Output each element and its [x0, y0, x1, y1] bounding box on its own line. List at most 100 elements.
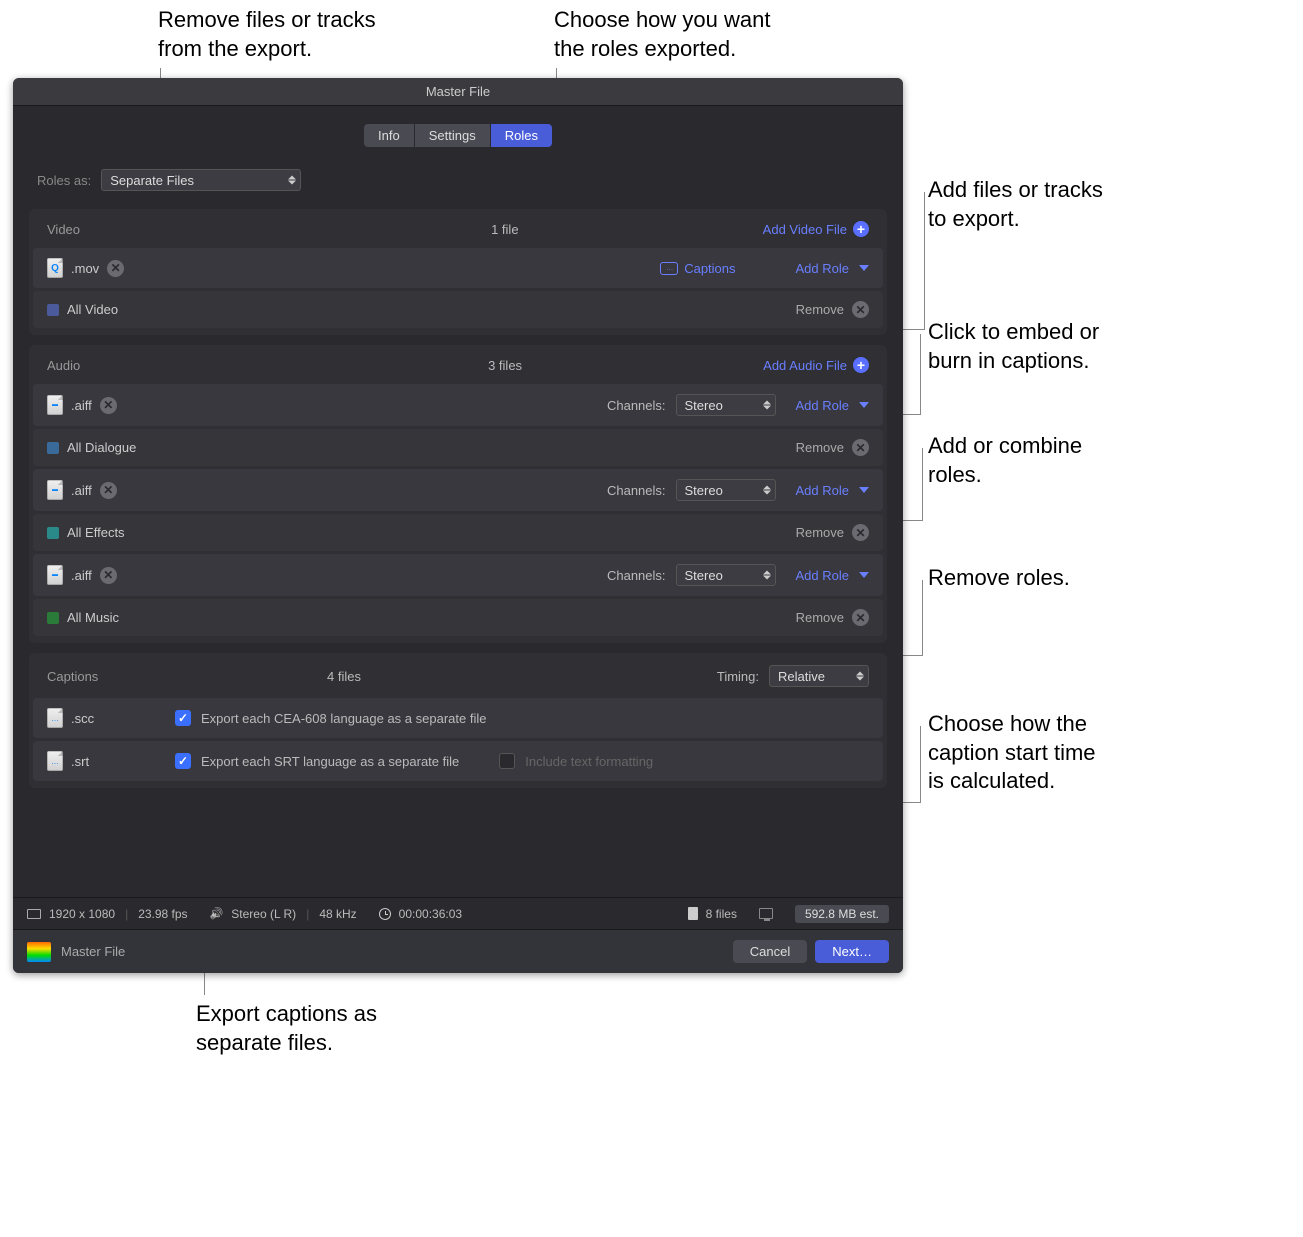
- role-name: All Music: [67, 610, 796, 625]
- status-khz: 48 kHz: [319, 907, 356, 921]
- add-role-button[interactable]: Add Role: [796, 483, 869, 498]
- audio-file-row: .aiff Channels: Stereo Add Role: [33, 554, 883, 596]
- role-name: All Dialogue: [67, 440, 796, 455]
- add-role-label: Add Role: [796, 483, 849, 498]
- plus-icon: +: [853, 357, 869, 373]
- audio-file-ext: .aiff: [71, 398, 92, 413]
- captions-file-count: 4 files: [327, 669, 527, 684]
- roles-as-select[interactable]: Separate Files: [101, 169, 301, 191]
- channels-value: Stereo: [685, 568, 723, 583]
- file-icon: [688, 907, 698, 920]
- add-role-button[interactable]: Add Role: [796, 568, 869, 583]
- video-header: Video: [47, 222, 247, 237]
- chevron-down-icon: [859, 487, 869, 493]
- speaker-icon: [210, 907, 224, 920]
- callout-remove-files: Remove files or tracks from the export.: [158, 6, 398, 63]
- video-file-count: 1 file: [247, 222, 763, 237]
- export-separate-checkbox[interactable]: [175, 710, 191, 726]
- callout-export-captions: Export captions as separate files.: [196, 1000, 416, 1057]
- screen-icon: [27, 909, 41, 919]
- next-button[interactable]: Next…: [815, 940, 889, 963]
- status-resolution: 1920 x 1080: [49, 907, 115, 921]
- include-formatting-label: Include text formatting: [525, 754, 653, 769]
- captions-section: Captions 4 files Timing: Relative .scc E…: [29, 653, 887, 788]
- callout-line: [922, 448, 923, 521]
- remove-file-icon[interactable]: [100, 482, 117, 499]
- remove-file-icon[interactable]: [107, 260, 124, 277]
- remove-role-button[interactable]: Remove: [796, 439, 869, 456]
- role-color-swatch: [47, 304, 59, 316]
- audio-file-ext: .aiff: [71, 568, 92, 583]
- add-role-button[interactable]: Add Role: [796, 261, 869, 276]
- scc-file-icon: [47, 708, 63, 728]
- add-video-file-label: Add Video File: [763, 222, 847, 237]
- cancel-button[interactable]: Cancel: [733, 940, 807, 963]
- channels-select[interactable]: Stereo: [676, 479, 776, 501]
- footer: Master File Cancel Next…: [13, 929, 903, 973]
- include-formatting-checkbox[interactable]: [499, 753, 515, 769]
- caption-ext: .srt: [71, 754, 131, 769]
- close-icon: [852, 609, 869, 626]
- role-row: All Effects Remove: [33, 514, 883, 551]
- window-title: Master File: [13, 78, 903, 106]
- timing-value: Relative: [778, 669, 825, 684]
- role-color-swatch: [47, 527, 59, 539]
- status-size: 592.8 MB est.: [795, 905, 889, 923]
- monitor-icon: [759, 908, 773, 919]
- add-role-label: Add Role: [796, 261, 849, 276]
- aiff-file-icon: [47, 480, 63, 500]
- channels-select[interactable]: Stereo: [676, 394, 776, 416]
- status-timecode: 00:00:36:03: [399, 907, 462, 921]
- audio-header: Audio: [47, 358, 247, 373]
- channels-label: Channels:: [607, 483, 666, 498]
- audio-file-count: 3 files: [247, 358, 763, 373]
- status-bar: 1920 x 1080 | 23.98 fps Stereo (L R) | 4…: [13, 897, 903, 929]
- roles-as-value: Separate Files: [110, 173, 194, 188]
- tab-settings[interactable]: Settings: [415, 124, 491, 147]
- tab-info[interactable]: Info: [364, 124, 415, 147]
- caption-row: .srt Export each SRT language as a separ…: [33, 741, 883, 781]
- add-role-button[interactable]: Add Role: [796, 398, 869, 413]
- mov-file-icon: [47, 258, 63, 278]
- close-icon: [852, 439, 869, 456]
- aiff-file-icon: [47, 395, 63, 415]
- audio-file-row: .aiff Channels: Stereo Add Role: [33, 384, 883, 426]
- remove-file-icon[interactable]: [100, 567, 117, 584]
- callout-add-files: Add files or tracks to export.: [928, 176, 1108, 233]
- timing-label: Timing:: [717, 669, 759, 684]
- callout-captions: Click to embed or burn in captions.: [928, 318, 1108, 375]
- export-separate-checkbox[interactable]: [175, 753, 191, 769]
- role-name: All Video: [67, 302, 796, 317]
- remove-role-button[interactable]: Remove: [796, 609, 869, 626]
- callout-remove-roles: Remove roles.: [928, 564, 1108, 593]
- remove-role-button[interactable]: Remove: [796, 301, 869, 318]
- tab-bar: Info Settings Roles: [13, 106, 903, 159]
- role-row: All Dialogue Remove: [33, 429, 883, 466]
- remove-label: Remove: [796, 610, 844, 625]
- video-file-ext: .mov: [71, 261, 99, 276]
- audio-file-ext: .aiff: [71, 483, 92, 498]
- video-file-row: .mov Captions Add Role: [33, 248, 883, 288]
- tab-roles[interactable]: Roles: [491, 124, 552, 147]
- role-color-swatch: [47, 442, 59, 454]
- aiff-file-icon: [47, 565, 63, 585]
- caption-desc: Export each SRT language as a separate f…: [201, 754, 459, 769]
- captions-link[interactable]: Captions: [660, 261, 735, 276]
- master-file-icon: [27, 942, 51, 962]
- captions-link-label: Captions: [684, 261, 735, 276]
- add-audio-file-button[interactable]: Add Audio File +: [763, 357, 869, 373]
- add-video-file-button[interactable]: Add Video File +: [763, 221, 869, 237]
- remove-label: Remove: [796, 440, 844, 455]
- remove-role-button[interactable]: Remove: [796, 524, 869, 541]
- audio-file-row: .aiff Channels: Stereo Add Role: [33, 469, 883, 511]
- remove-file-icon[interactable]: [100, 397, 117, 414]
- video-section: Video 1 file Add Video File + .mov Capti…: [29, 209, 887, 335]
- add-role-label: Add Role: [796, 568, 849, 583]
- channels-select[interactable]: Stereo: [676, 564, 776, 586]
- timing-select[interactable]: Relative: [769, 665, 869, 687]
- status-files: 8 files: [706, 907, 737, 921]
- close-icon: [852, 301, 869, 318]
- add-role-label: Add Role: [796, 398, 849, 413]
- channels-label: Channels:: [607, 398, 666, 413]
- plus-icon: +: [853, 221, 869, 237]
